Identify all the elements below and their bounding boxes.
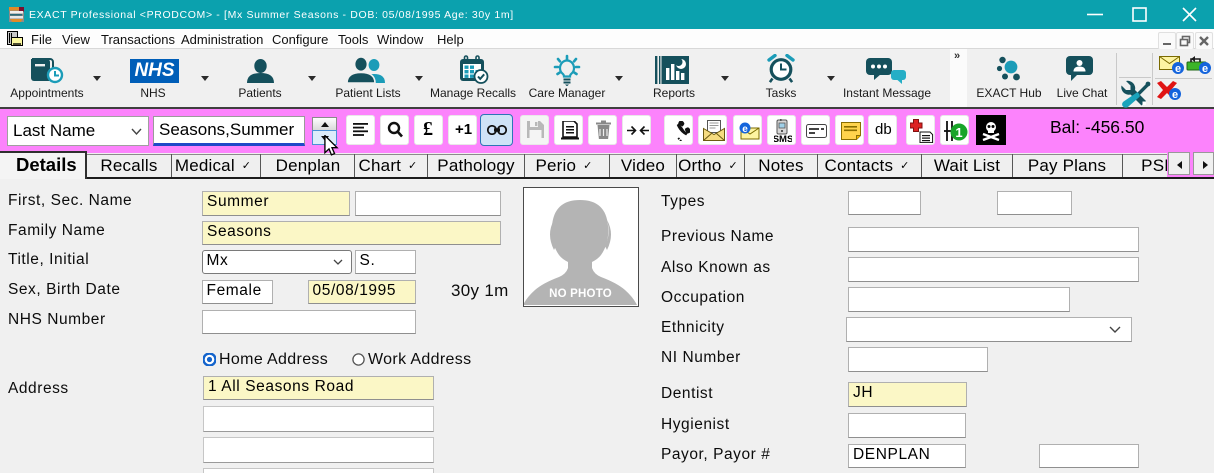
svg-text:1: 1 xyxy=(955,125,962,140)
svg-text:e: e xyxy=(1202,63,1208,75)
svg-text:SMS: SMS xyxy=(774,134,792,143)
svg-text:e: e xyxy=(1172,89,1178,101)
svg-text:e: e xyxy=(1175,63,1181,75)
svg-text:e: e xyxy=(742,124,748,135)
